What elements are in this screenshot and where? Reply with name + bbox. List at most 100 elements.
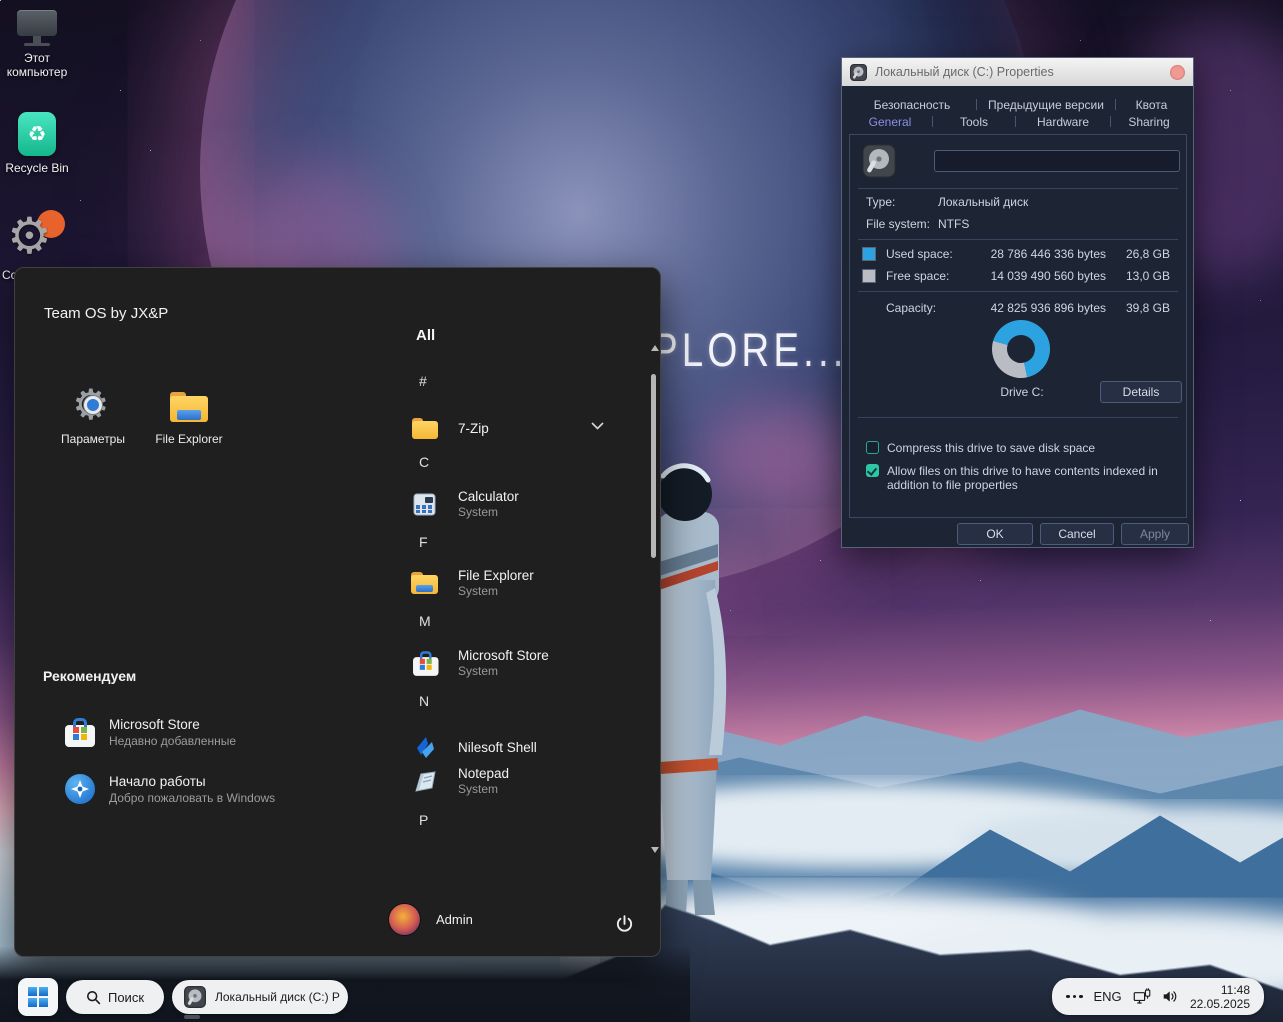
drive-properties-dialog: Локальный диск (C:) Properties Безопасно… xyxy=(841,57,1194,548)
app-list-item-file-explorer[interactable]: File Explorer System xyxy=(411,564,661,602)
chevron-down-icon[interactable] xyxy=(591,422,604,430)
section-letter[interactable]: N xyxy=(419,693,429,709)
index-checkbox-row[interactable]: Allow files on this drive to have conten… xyxy=(866,464,1176,492)
desktop-icon-this-pc[interactable]: Этот компьютер xyxy=(0,10,80,79)
app-list-item-notepad[interactable]: Notepad System xyxy=(411,762,661,800)
tab-general[interactable]: General xyxy=(848,115,932,129)
cancel-button[interactable]: Cancel xyxy=(1040,523,1114,545)
scrollbar-up-arrow[interactable] xyxy=(651,345,659,351)
dialog-titlebar[interactable]: Локальный диск (C:) Properties xyxy=(842,58,1193,86)
power-button[interactable] xyxy=(610,910,638,938)
app-list-item-7zip[interactable]: 7-Zip xyxy=(411,409,661,447)
get-started-icon xyxy=(65,774,95,804)
section-letter[interactable]: M xyxy=(419,613,431,629)
recommended-item-get-started[interactable]: Начало работы Добро пожаловать в Windows xyxy=(65,765,365,813)
wallpaper-stars xyxy=(0,0,1,1)
microsoft-store-icon xyxy=(411,649,439,678)
tab-security[interactable]: Безопасность xyxy=(848,98,976,112)
compress-checkbox-label: Compress this drive to save disk space xyxy=(887,441,1096,455)
power-icon xyxy=(616,914,632,932)
free-space-label: Free space: xyxy=(886,269,950,283)
type-label: Type: xyxy=(866,195,896,209)
apply-button[interactable]: Apply xyxy=(1121,523,1189,545)
recycle-bin-icon: ♻ xyxy=(18,112,56,156)
network-icon[interactable] xyxy=(1133,987,1151,1006)
section-letter[interactable]: F xyxy=(419,534,428,550)
details-button[interactable]: Details xyxy=(1100,381,1182,403)
user-name: Admin xyxy=(436,912,473,927)
folder-icon xyxy=(170,392,208,422)
search-label: Поиск xyxy=(107,989,145,1005)
filesystem-label: File system: xyxy=(866,217,931,231)
tray-overflow-icon[interactable] xyxy=(1066,994,1083,999)
used-space-size: 26,8 GB xyxy=(1125,247,1170,261)
running-app-indicator xyxy=(184,1015,200,1019)
type-value: Локальный диск xyxy=(938,195,1029,209)
app-list-item-microsoft-store[interactable]: Microsoft Store System xyxy=(411,644,661,682)
capacity-bytes: 42 825 936 896 bytes xyxy=(990,301,1106,315)
clock[interactable]: 11:48 22.05.2025 xyxy=(1190,983,1250,1011)
recommended-item-store[interactable]: Microsoft Store Недавно добавленные xyxy=(65,708,365,756)
pinned-app-file-explorer[interactable]: File Explorer xyxy=(141,386,237,446)
start-menu: Team OS by JX&P ⚙ Параметры File Explore… xyxy=(14,267,661,957)
scrollbar-thumb[interactable] xyxy=(651,374,656,558)
calculator-icon xyxy=(411,493,438,516)
drive-icon xyxy=(850,63,867,81)
used-space-swatch xyxy=(862,247,876,261)
microsoft-store-icon xyxy=(65,717,95,747)
tray-date: 22.05.2025 xyxy=(1189,996,1250,1011)
volume-label-input[interactable] xyxy=(934,150,1180,172)
drive-icon-large xyxy=(862,144,896,178)
tab-tools[interactable]: Tools xyxy=(933,115,1015,129)
recommended-header: Рекомендуем xyxy=(43,668,137,684)
capacity-size: 39,8 GB xyxy=(1125,301,1170,315)
wallpaper-headline-text: PLORE... xyxy=(652,323,848,376)
app-list-item-calculator[interactable]: Calculator System xyxy=(411,485,661,523)
section-letter[interactable]: C xyxy=(419,454,429,470)
app-list-item-nilesoft-shell[interactable]: Nilesoft Shell xyxy=(411,728,661,766)
app-list-scrollbar[interactable] xyxy=(651,345,659,853)
scrollbar-down-arrow[interactable] xyxy=(651,847,659,853)
system-tray: ENG 11:48 22.05.2025 xyxy=(1052,978,1264,1015)
free-space-bytes: 14 039 490 560 bytes xyxy=(990,269,1106,283)
capacity-label: Capacity: xyxy=(886,301,937,315)
used-space-bytes: 28 786 446 336 bytes xyxy=(990,247,1106,261)
folder-icon xyxy=(411,572,438,594)
notepad-icon xyxy=(411,769,438,794)
compress-checkbox[interactable] xyxy=(866,441,879,454)
gear-icon: ⚙ xyxy=(7,208,52,264)
language-indicator[interactable]: ENG xyxy=(1094,989,1122,1004)
desktop-icon-recycle-bin[interactable]: ♻ Recycle Bin xyxy=(0,112,80,175)
start-button[interactable] xyxy=(18,978,58,1016)
search-icon xyxy=(86,990,101,1004)
this-pc-icon xyxy=(17,10,57,36)
tab-sharing[interactable]: Sharing xyxy=(1111,115,1187,129)
nilesoft-shell-icon xyxy=(411,734,438,760)
dialog-title: Локальный диск (C:) Properties xyxy=(875,65,1054,79)
index-checkbox[interactable] xyxy=(866,464,879,477)
user-profile-button[interactable]: Admin xyxy=(389,904,473,935)
volume-icon[interactable] xyxy=(1162,988,1179,1005)
user-avatar xyxy=(389,904,420,935)
settings-gear-icon: ⚙ xyxy=(72,382,114,428)
capacity-donut-chart xyxy=(992,320,1050,378)
desktop-icon-label: Этот компьютер xyxy=(6,51,68,79)
ok-button[interactable]: OK xyxy=(957,523,1033,545)
taskbar-search[interactable]: Поиск xyxy=(66,980,164,1014)
section-letter[interactable]: P xyxy=(419,812,428,828)
index-checkbox-label: Allow files on this drive to have conten… xyxy=(887,464,1158,492)
filesystem-value: NTFS xyxy=(938,217,970,231)
section-letter[interactable]: # xyxy=(419,373,427,389)
tab-previous-versions[interactable]: Предыдущие версии xyxy=(977,98,1115,112)
compress-checkbox-row[interactable]: Compress this drive to save disk space xyxy=(866,441,1176,455)
tab-quota[interactable]: Квота xyxy=(1116,98,1187,112)
pinned-app-settings[interactable]: ⚙ Параметры xyxy=(45,382,141,447)
tab-hardware[interactable]: Hardware xyxy=(1016,115,1110,129)
taskbar-app-drive-properties[interactable]: Локальный диск (C:) P xyxy=(172,980,348,1014)
windows-logo-icon xyxy=(28,987,48,1007)
close-button[interactable] xyxy=(1170,64,1185,80)
folder-icon xyxy=(411,417,438,439)
desktop-icon-control-panel[interactable]: ⚙ xyxy=(0,208,80,264)
drive-caption: Drive C: xyxy=(1000,385,1044,399)
used-space-label: Used space: xyxy=(886,247,953,261)
